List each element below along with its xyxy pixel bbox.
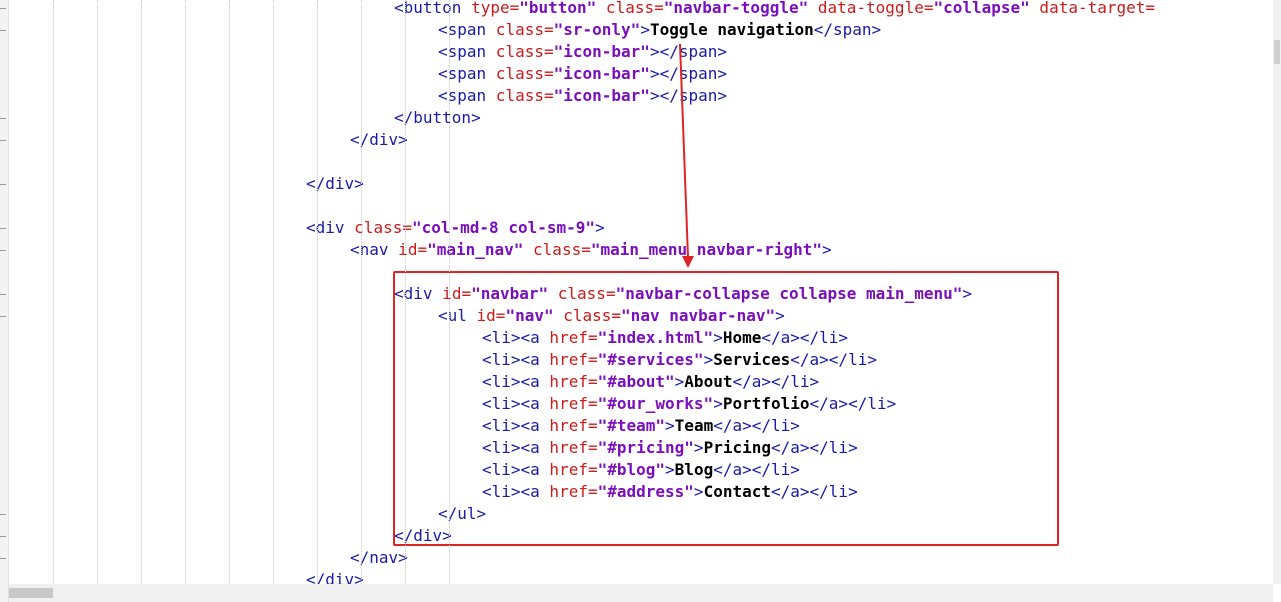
- indent-guide: [273, 0, 274, 584]
- indent-guide: [449, 0, 450, 584]
- highlight-box: [393, 271, 1059, 546]
- code-token: class=: [523, 240, 591, 259]
- code-token: nav: [359, 240, 389, 259]
- code-token: class=: [486, 20, 554, 39]
- indent-guide: [141, 0, 142, 584]
- horizontal-scrollbar[interactable]: [9, 584, 1273, 602]
- code-token: "icon-bar": [553, 64, 650, 83]
- code-token: "collapse": [933, 0, 1030, 17]
- fold-marker[interactable]: [0, 514, 6, 515]
- indent-guide: [53, 0, 54, 584]
- code-token: class=: [486, 42, 554, 61]
- code-token: "icon-bar": [553, 42, 650, 61]
- indent-guide: [405, 0, 406, 584]
- fold-marker[interactable]: [0, 184, 6, 185]
- code-token: class=: [486, 86, 554, 105]
- code-token: "main_menu navbar-right": [590, 240, 823, 259]
- code-token: button: [403, 0, 462, 17]
- fold-marker[interactable]: [0, 558, 6, 559]
- fold-marker[interactable]: [0, 316, 6, 317]
- code-token: ></span>: [649, 64, 727, 83]
- indent-guide: [361, 0, 362, 584]
- code-token: </div>: [350, 130, 408, 149]
- line-gutter: [0, 0, 9, 602]
- code-line[interactable]: <div class="col-md-8 col-sm-9">: [306, 217, 605, 239]
- code-token: "navbar-toggle": [663, 0, 809, 17]
- fold-marker[interactable]: [0, 140, 6, 141]
- code-line[interactable]: </div>: [306, 569, 364, 584]
- code-token: "icon-bar": [553, 86, 650, 105]
- code-token: "sr-only": [553, 20, 641, 39]
- code-line[interactable]: <span class="icon-bar"></span>: [438, 41, 727, 63]
- code-token: >: [595, 218, 605, 237]
- code-token: type=: [461, 0, 520, 17]
- fold-marker[interactable]: [0, 30, 6, 31]
- code-token: <: [438, 64, 448, 83]
- code-line[interactable]: <span class="sr-only">Toggle navigation<…: [438, 19, 881, 41]
- fold-marker[interactable]: [0, 536, 6, 537]
- code-token: span: [447, 42, 487, 61]
- indent-guide: [97, 0, 98, 584]
- code-token: div: [315, 218, 345, 237]
- code-line[interactable]: <button type="button" class="navbar-togg…: [394, 0, 1155, 19]
- code-token: span: [447, 20, 487, 39]
- code-line[interactable]: <span class="icon-bar"></span>: [438, 63, 727, 85]
- code-token: id=: [388, 240, 428, 259]
- code-token: </span>: [813, 20, 882, 39]
- code-token: </button>: [394, 108, 481, 127]
- indent-guide: [185, 0, 186, 584]
- code-token: <: [438, 86, 448, 105]
- code-line[interactable]: <span class="icon-bar"></span>: [438, 85, 727, 107]
- code-token: "button": [519, 0, 597, 17]
- code-token: <: [394, 0, 404, 17]
- code-token: >: [822, 240, 832, 259]
- indent-guide: [317, 0, 318, 584]
- code-line[interactable]: <nav id="main_nav" class="main_menu navb…: [350, 239, 832, 261]
- code-line[interactable]: </nav>: [350, 547, 408, 569]
- code-token: <: [306, 218, 316, 237]
- horizontal-scrollbar-thumb[interactable]: [9, 588, 53, 598]
- code-token: <: [438, 20, 448, 39]
- code-token: <: [438, 42, 448, 61]
- code-line[interactable]: </div>: [306, 173, 364, 195]
- fold-marker[interactable]: [0, 228, 6, 229]
- fold-marker[interactable]: [0, 250, 6, 251]
- code-token: span: [447, 86, 487, 105]
- code-token: Toggle navigation: [649, 20, 814, 39]
- code-token: <: [350, 240, 360, 259]
- fold-marker[interactable]: [0, 118, 6, 119]
- code-token: ></span>: [649, 42, 727, 61]
- code-token: span: [447, 64, 487, 83]
- code-token: data-target=: [1029, 0, 1156, 17]
- vertical-scrollbar[interactable]: [1273, 0, 1281, 584]
- code-token: </div>: [306, 174, 364, 193]
- fold-marker[interactable]: [0, 8, 6, 9]
- code-token: "col-md-8 col-sm-9": [411, 218, 596, 237]
- vertical-scrollbar-thumb[interactable]: [1274, 40, 1280, 64]
- code-token: "main_nav": [427, 240, 524, 259]
- code-token: ></span>: [649, 86, 727, 105]
- code-line[interactable]: </div>: [350, 129, 408, 151]
- code-line[interactable]: </button>: [394, 107, 481, 129]
- fold-marker[interactable]: [0, 294, 6, 295]
- indent-guide: [229, 0, 230, 584]
- code-token: data-toggle=: [808, 0, 934, 17]
- code-token: </nav>: [350, 548, 408, 567]
- code-token: class=: [486, 64, 554, 83]
- code-token: class=: [596, 0, 664, 17]
- code-token: >: [640, 20, 650, 39]
- code-token: class=: [344, 218, 412, 237]
- code-token: </div>: [306, 570, 364, 584]
